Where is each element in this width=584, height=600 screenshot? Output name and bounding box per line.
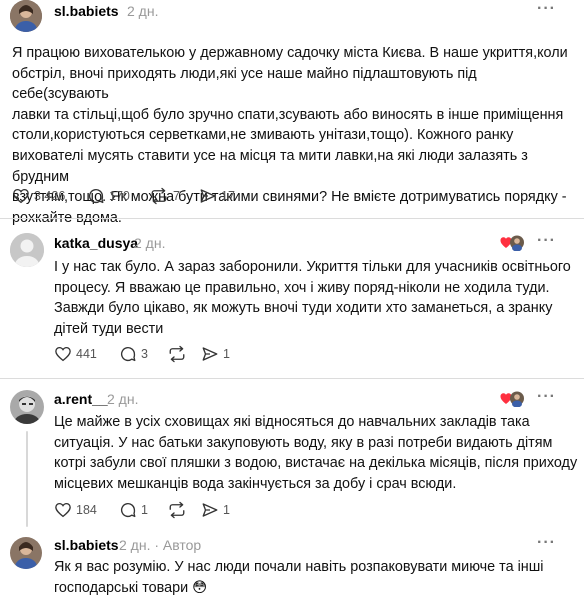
comment-icon: [120, 346, 136, 362]
reply-button[interactable]: 1: [119, 501, 167, 519]
post-text-line: столи,користуються серветками,не змивают…: [12, 127, 514, 144]
share-button[interactable]: 1: [201, 345, 241, 363]
username[interactable]: a.rent__: [54, 391, 108, 407]
post-text-line: Це майже в усіх сховищах які відносяться…: [54, 414, 530, 430]
liked-by-author-icon: [500, 235, 526, 252]
post-actions: 184 1 1: [54, 498, 241, 522]
avatar[interactable]: [10, 390, 44, 424]
repost-count: 7: [173, 189, 180, 203]
thread-line: [26, 431, 28, 527]
reply-button[interactable]: 3: [119, 345, 167, 363]
post-actions: 441 3 1: [54, 342, 241, 366]
post-text-line: обстріл, вночі приходять люди,які усе на…: [12, 65, 477, 103]
reply-post: sl.babiets 2 дн. · Автор ··· Як я вас ро…: [0, 529, 584, 600]
post-text-line: процесу. Я вважаю це правильно, хоч і жи…: [54, 279, 550, 296]
like-count: 184: [76, 503, 97, 517]
more-icon[interactable]: ···: [537, 0, 556, 18]
author-tag: · Автор: [154, 537, 202, 553]
post-text: Це майже в усіх сховищах які відносяться…: [54, 412, 579, 494]
reply-count: 1: [141, 503, 148, 517]
share-count: 1: [223, 503, 230, 517]
share-icon: [202, 503, 218, 517]
default-avatar-icon: [10, 233, 44, 267]
post-text-line: місцевих мешканців вода закінчується за …: [54, 475, 457, 492]
comment-icon: [120, 502, 136, 518]
share-count: 1: [223, 347, 230, 361]
share-button[interactable]: 17: [199, 187, 239, 205]
post-text-line: Як я вас розумію. У нас люди почали наві…: [54, 559, 544, 575]
more-icon[interactable]: ···: [537, 232, 556, 250]
username[interactable]: katka_dusya: [54, 235, 138, 251]
reply-post: katka_dusya 2 дн. ··· І у нас так було. …: [0, 219, 584, 379]
liked-by-author-icon: [500, 391, 526, 408]
like-count: 3 426: [34, 189, 66, 203]
post-text-line: Завжди було цікаво, як можуть вночі туди…: [54, 300, 553, 317]
post-actions: 3 426 170 7 17: [12, 184, 239, 208]
share-count: 17: [221, 189, 235, 203]
reply-button[interactable]: 170: [87, 187, 149, 205]
repost-button[interactable]: 7: [149, 187, 199, 205]
share-button[interactable]: 1: [201, 501, 241, 519]
heart-icon: [55, 502, 71, 518]
share-icon: [200, 189, 216, 203]
repost-icon: [169, 501, 185, 519]
timestamp: 2 дн.: [134, 235, 166, 251]
post-text-line: ситуація. У нас батьки закуповують воду,…: [54, 434, 553, 451]
timestamp: 2 дн.: [107, 391, 139, 407]
repost-button[interactable]: [167, 501, 201, 519]
avatar[interactable]: [10, 0, 42, 32]
comment-icon: [88, 188, 104, 204]
reply-count: 170: [109, 189, 130, 203]
reply-post: a.rent__ 2 дн. ··· Це майже в усіх схови…: [0, 379, 584, 529]
share-icon: [202, 347, 218, 361]
post-text: І у нас так було. А зараз заборонили. Ук…: [54, 257, 579, 339]
post-text-line: І у нас так було. А зараз заборонили. Ук…: [54, 259, 571, 275]
heart-icon: [13, 188, 29, 204]
post-text-line: господарські товари 😳: [54, 579, 208, 596]
like-button[interactable]: 3 426: [12, 187, 87, 205]
avatar[interactable]: [10, 537, 42, 569]
post-text-line: вихователі мусять ставити усе на місця т…: [12, 147, 528, 185]
post-text-line: лавки та стільці,щоб було зручно спати,з…: [12, 106, 564, 123]
repost-button[interactable]: [167, 345, 201, 363]
post-text: Як я вас розумію. У нас люди почали наві…: [54, 557, 579, 598]
avatar-image: [10, 537, 42, 569]
post-text-line: дітей туди вести: [54, 320, 164, 337]
timestamp: 2 дн.: [127, 3, 159, 19]
repost-icon: [151, 187, 167, 205]
username[interactable]: sl.babiets: [54, 3, 119, 19]
reply-count: 3: [141, 347, 148, 361]
heart-icon: [55, 346, 71, 362]
avatar[interactable]: [10, 233, 44, 267]
avatar-image: [10, 0, 42, 32]
username[interactable]: sl.babiets: [54, 537, 119, 553]
post-text-line: котрі забули свої пляшки з водою, вистач…: [54, 455, 578, 472]
post-text-line: Я працюю вихователькою у державному садо…: [12, 45, 568, 61]
avatar-image: [10, 390, 44, 424]
like-count: 441: [76, 347, 97, 361]
timestamp-value: 2 дн.: [119, 537, 151, 553]
more-icon[interactable]: ···: [537, 534, 556, 552]
repost-icon: [169, 345, 185, 363]
like-button[interactable]: 184: [54, 501, 119, 519]
timestamp: 2 дн. · Автор: [119, 537, 201, 553]
like-button[interactable]: 441: [54, 345, 119, 363]
more-icon[interactable]: ···: [537, 388, 556, 406]
post-main: sl.babiets 2 дн. ··· Я працюю вихователь…: [0, 0, 584, 226]
